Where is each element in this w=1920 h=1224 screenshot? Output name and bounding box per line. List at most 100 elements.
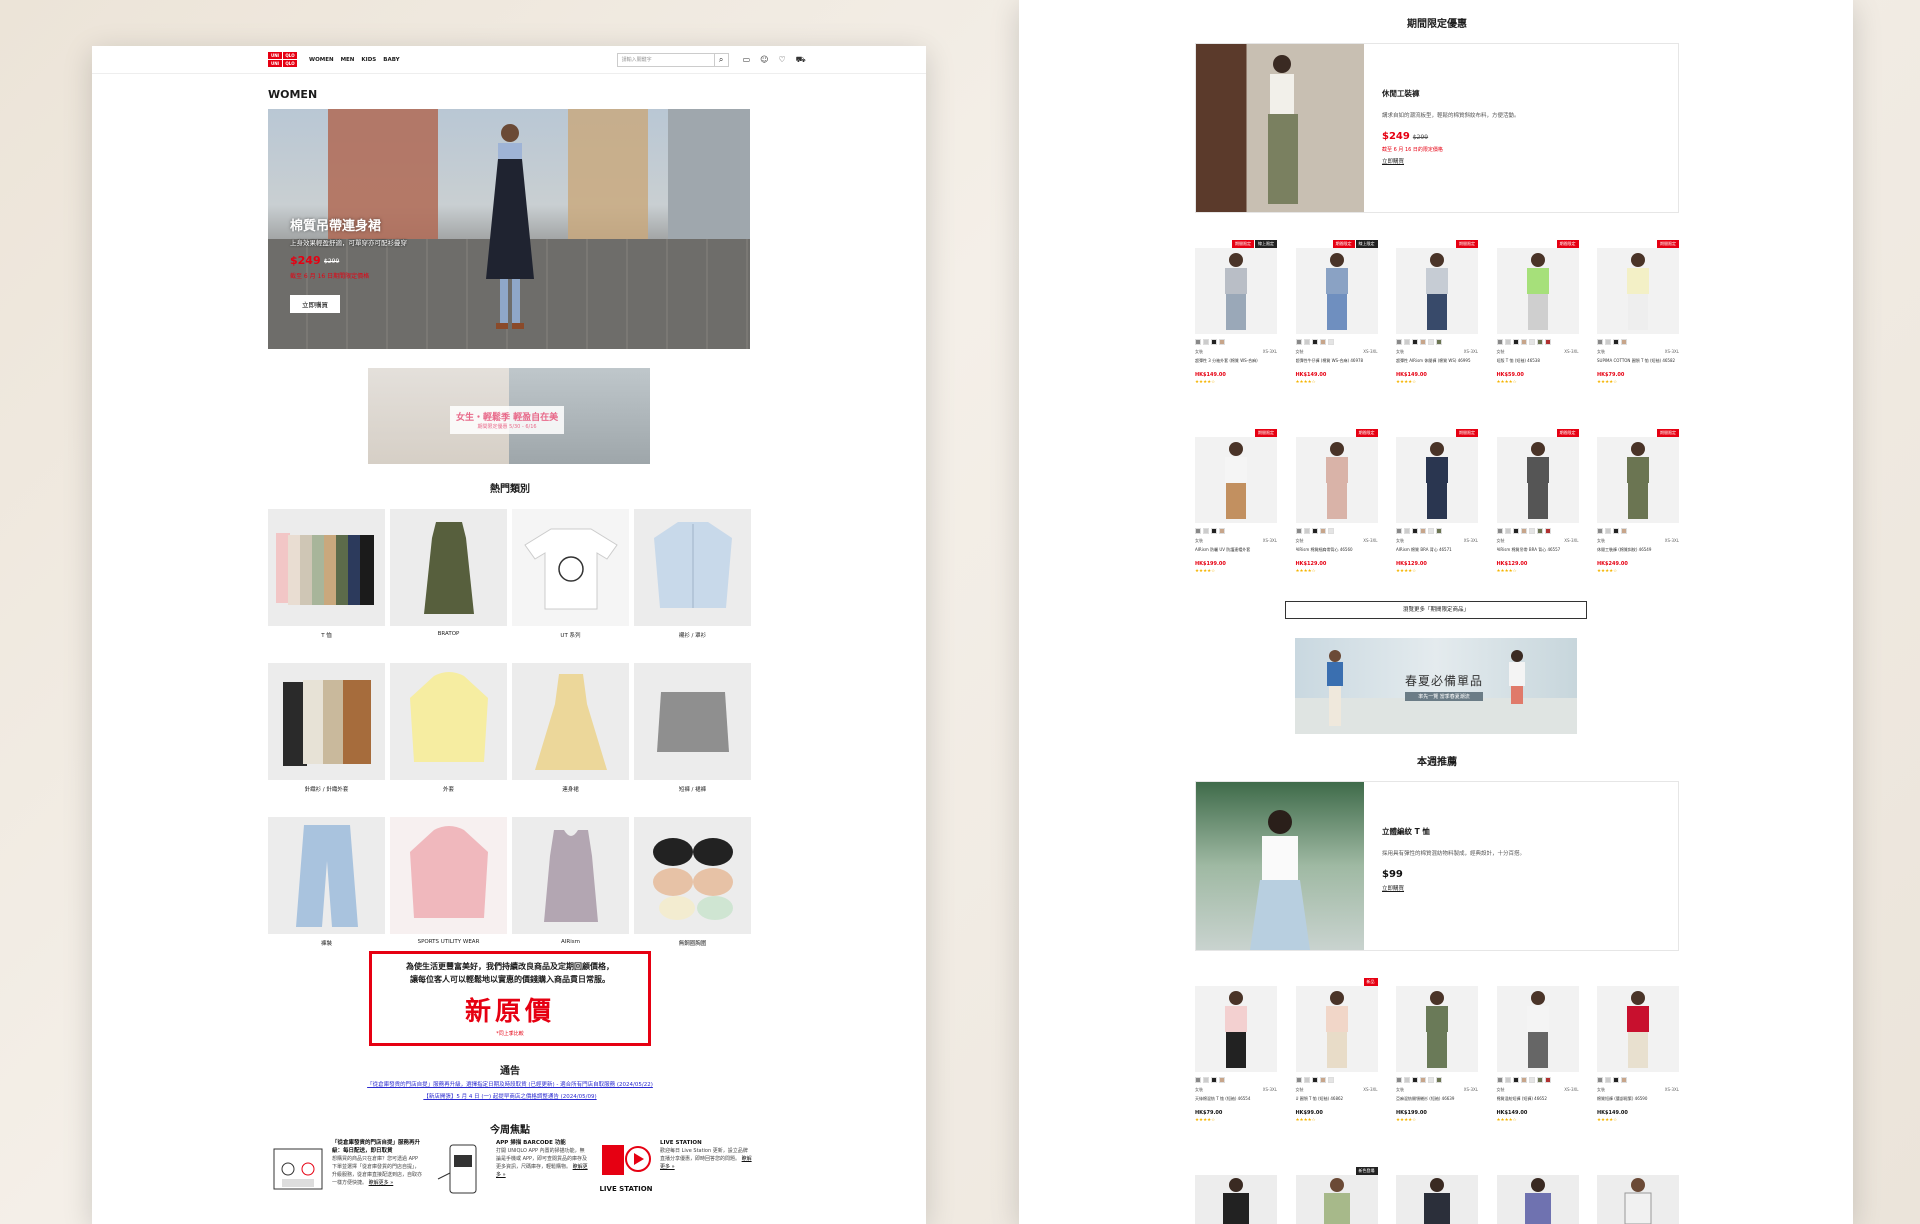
- new-price-box[interactable]: 為使生活更豐富美好，我們持續改良商品及定期回顧價格， 讓每位客人可以輕鬆地以實惠…: [369, 951, 651, 1046]
- color-swatch[interactable]: [1605, 1077, 1611, 1083]
- color-swatch[interactable]: [1211, 339, 1217, 345]
- color-swatch[interactable]: [1428, 1077, 1434, 1083]
- uniqlo-logo[interactable]: UNI QLO UNI QLO: [268, 52, 297, 67]
- color-swatch[interactable]: [1327, 528, 1334, 534]
- color-swatch[interactable]: [1319, 528, 1326, 534]
- focus-more-link[interactable]: 瞭解更多 »: [369, 1180, 394, 1186]
- promo-banner[interactable]: 女生・輕鬆季 輕盈自在美 期間限定優惠 5/30 - 6/16: [368, 368, 650, 464]
- product-name[interactable]: AIRism 防曬 UV 防護連帽外套: [1195, 547, 1277, 559]
- category-knit[interactable]: 針織衫 / 針織外套: [268, 663, 385, 793]
- color-swatch[interactable]: [1303, 339, 1310, 345]
- product-name[interactable]: 棉質混紡短褲 (短褲) 46652: [1497, 1096, 1579, 1108]
- color-swatch[interactable]: [1203, 339, 1209, 345]
- color-swatch[interactable]: [1520, 339, 1527, 345]
- color-swatch[interactable]: [1520, 1077, 1527, 1083]
- product-card[interactable]: 期間限定 女裝 XS-3XL AIRism 防曬 UV 防護連帽外套 HK$199…: [1195, 429, 1277, 574]
- search-icon[interactable]: ⌕: [713, 53, 728, 66]
- color-swatch[interactable]: [1428, 339, 1434, 345]
- search-box[interactable]: 請輸入關鍵字 ⌕: [616, 52, 729, 67]
- product-card[interactable]: 期間限定 女裝 XS-3XL AIRism 棉質 BRA 背心 46571 HK$…: [1396, 429, 1478, 574]
- product-card[interactable]: [1496, 1175, 1579, 1224]
- nav-women[interactable]: WOMEN: [309, 57, 334, 63]
- focus-card[interactable]: APP 掃描 BARCODE 功能 打開 UNIQLO APP 內置的掃描功能，無…: [432, 1139, 588, 1199]
- focus-card[interactable]: LIVE STATION LIVE STATION 歡迎每日 Live Stati…: [596, 1139, 752, 1199]
- color-swatch[interactable]: [1295, 528, 1302, 534]
- view-more-button[interactable]: 瀏覽更多「期間限定商品」: [1285, 601, 1587, 619]
- product-name[interactable]: 超彈性 3 分袖外套 (棉質 WS-合麻): [1195, 358, 1277, 370]
- featured-product-card[interactable]: 立體編紋 T 恤 採用具有彈性的棉質混紡物料製成，經典設計，十分百搭。 $99 …: [1195, 781, 1679, 951]
- product-card[interactable]: 新品 女裝 XS-3XL U 圓領 T 恤 (短袖) 46862 HK$99.00…: [1295, 978, 1378, 1123]
- product-card[interactable]: 女裝 XS-3XL 天絲棉混紡 T 恤 (短袖) 46554 HK$79.00 ★…: [1195, 986, 1277, 1123]
- color-swatch[interactable]: [1195, 339, 1201, 345]
- hero-buy-button[interactable]: 立即購買: [290, 295, 340, 313]
- product-name[interactable]: SUPIMA COTTON 圓領 T 恤 (短袖) 46582: [1597, 358, 1679, 370]
- color-swatch[interactable]: [1319, 339, 1326, 345]
- color-swatch[interactable]: [1544, 528, 1551, 534]
- product-card[interactable]: 女裝 XS-3XL 亞麻混紡開領襯衫 (短袖) 46639 HK$199.00 ★…: [1396, 986, 1478, 1123]
- color-swatch[interactable]: [1412, 339, 1418, 345]
- spring-summer-banner[interactable]: 春夏必備單品 率先一覽 當季春夏潮流: [1295, 638, 1577, 734]
- color-swatch[interactable]: [1436, 339, 1442, 345]
- nav-kids[interactable]: KIDS: [361, 57, 376, 63]
- color-swatch[interactable]: [1613, 1077, 1619, 1083]
- color-swatch[interactable]: [1512, 339, 1519, 345]
- color-swatch[interactable]: [1311, 1077, 1318, 1083]
- product-name[interactable]: AIRism 棉質吊帶 BRA 背心 46557: [1497, 547, 1579, 559]
- color-swatch[interactable]: [1319, 1077, 1326, 1083]
- product-card[interactable]: 期間限定 女裝 XS-3XL 休閒工裝褲 (棉質斜紋) 46549 HK$249.…: [1597, 429, 1679, 574]
- color-swatch[interactable]: [1211, 528, 1217, 534]
- product-card[interactable]: 女裝 XS-3XL 棉質短褲 (腰部鬆緊) 46590 HK$149.00 ★★★…: [1597, 986, 1679, 1123]
- product-name[interactable]: U 圓領 T 恤 (短袖) 46862: [1296, 1096, 1378, 1108]
- featured-product-card[interactable]: 休閒工裝褲 講求自如的潮流板型，輕鬆的棉質斜紋布料，方便活動。 $249 $299…: [1195, 43, 1679, 213]
- category-ut[interactable]: UT 系列: [512, 509, 629, 639]
- color-swatch[interactable]: [1311, 528, 1318, 534]
- color-swatch[interactable]: [1613, 339, 1619, 345]
- color-swatch[interactable]: [1219, 339, 1225, 345]
- color-swatch[interactable]: [1195, 528, 1201, 534]
- color-swatch[interactable]: [1597, 339, 1603, 345]
- color-swatch[interactable]: [1496, 339, 1503, 345]
- notice-link[interactable]: 【新店開張】5 月 4 日 (一) 起提早商店之價格調整通告 (2024/05/…: [268, 1092, 752, 1100]
- cart-icon[interactable]: ⛟: [796, 55, 806, 65]
- hero-banner[interactable]: 棉質吊帶連身裙 上身效果輕盈舒適，可單穿亦可配衫疊穿 $249 $299 截至 …: [268, 109, 750, 349]
- color-swatch[interactable]: [1544, 339, 1551, 345]
- product-card[interactable]: 女裝 XS-3XL 棉質混紡短褲 (短褲) 46652 HK$149.00 ★★★…: [1496, 986, 1579, 1123]
- notice-link[interactable]: 「從倉庫發貨的門店自提」服務再升級，選擇指定日期及時段取貨 (已經更新) - 適…: [268, 1080, 752, 1088]
- product-card[interactable]: 期間限定 線上限定 女裝 XS-3XL 超彈性 3 分袖外套 (棉質 WS-合麻) …: [1195, 240, 1277, 385]
- featured-buy-link[interactable]: 立即購買: [1382, 884, 1525, 892]
- product-name[interactable]: 超彈性 AIRism 休閒褲 (棉質 WS) 46995: [1396, 358, 1478, 370]
- nav-baby[interactable]: BABY: [383, 57, 399, 63]
- color-swatch[interactable]: [1520, 528, 1527, 534]
- color-swatch[interactable]: [1327, 339, 1334, 345]
- product-name[interactable]: 休閒工裝褲 (棉質斜紋) 46549: [1597, 547, 1679, 559]
- color-swatch[interactable]: [1504, 528, 1511, 534]
- color-swatch[interactable]: [1327, 1077, 1334, 1083]
- product-card[interactable]: [1597, 1175, 1679, 1224]
- color-swatch[interactable]: [1528, 528, 1535, 534]
- color-swatch[interactable]: [1295, 1077, 1302, 1083]
- category-outer[interactable]: 外套: [390, 663, 507, 793]
- color-swatch[interactable]: [1203, 1077, 1209, 1083]
- color-swatch[interactable]: [1605, 339, 1611, 345]
- product-name[interactable]: AIRism 棉質 BRA 背心 46571: [1396, 547, 1478, 559]
- product-name[interactable]: 短版 T 恤 (短袖) 46538: [1497, 358, 1579, 370]
- color-swatch[interactable]: [1396, 528, 1402, 534]
- category-bra[interactable]: 無鋼圈胸圍: [634, 817, 751, 947]
- product-name[interactable]: AIRism 棉質細肩帶背心 46560: [1296, 547, 1378, 559]
- color-swatch[interactable]: [1412, 528, 1418, 534]
- category-tshirt[interactable]: T 恤: [268, 509, 385, 639]
- category-shirt[interactable]: 襯衫 / 罩衫: [634, 509, 751, 639]
- category-dress[interactable]: 連身裙: [512, 663, 629, 793]
- color-swatch[interactable]: [1295, 339, 1302, 345]
- focus-card[interactable]: 「從倉庫發貨的門店自提」服務再升級：每日配送，即日取貨 想購買的商品只在倉庫？您可…: [268, 1139, 424, 1199]
- category-shorts[interactable]: 短褲 / 裙褲: [634, 663, 751, 793]
- color-swatch[interactable]: [1396, 1077, 1402, 1083]
- color-swatch[interactable]: [1420, 339, 1426, 345]
- category-pants[interactable]: 褲裝: [268, 817, 385, 947]
- product-card[interactable]: [1396, 1175, 1478, 1224]
- heart-icon[interactable]: ♡: [779, 55, 786, 65]
- product-card[interactable]: 期間限定 女裝 XS-3XL 短版 T 恤 (短袖) 46538 HK$59.00…: [1496, 240, 1579, 385]
- color-swatch[interactable]: [1436, 1077, 1442, 1083]
- color-swatch[interactable]: [1621, 528, 1627, 534]
- color-swatch[interactable]: [1404, 339, 1410, 345]
